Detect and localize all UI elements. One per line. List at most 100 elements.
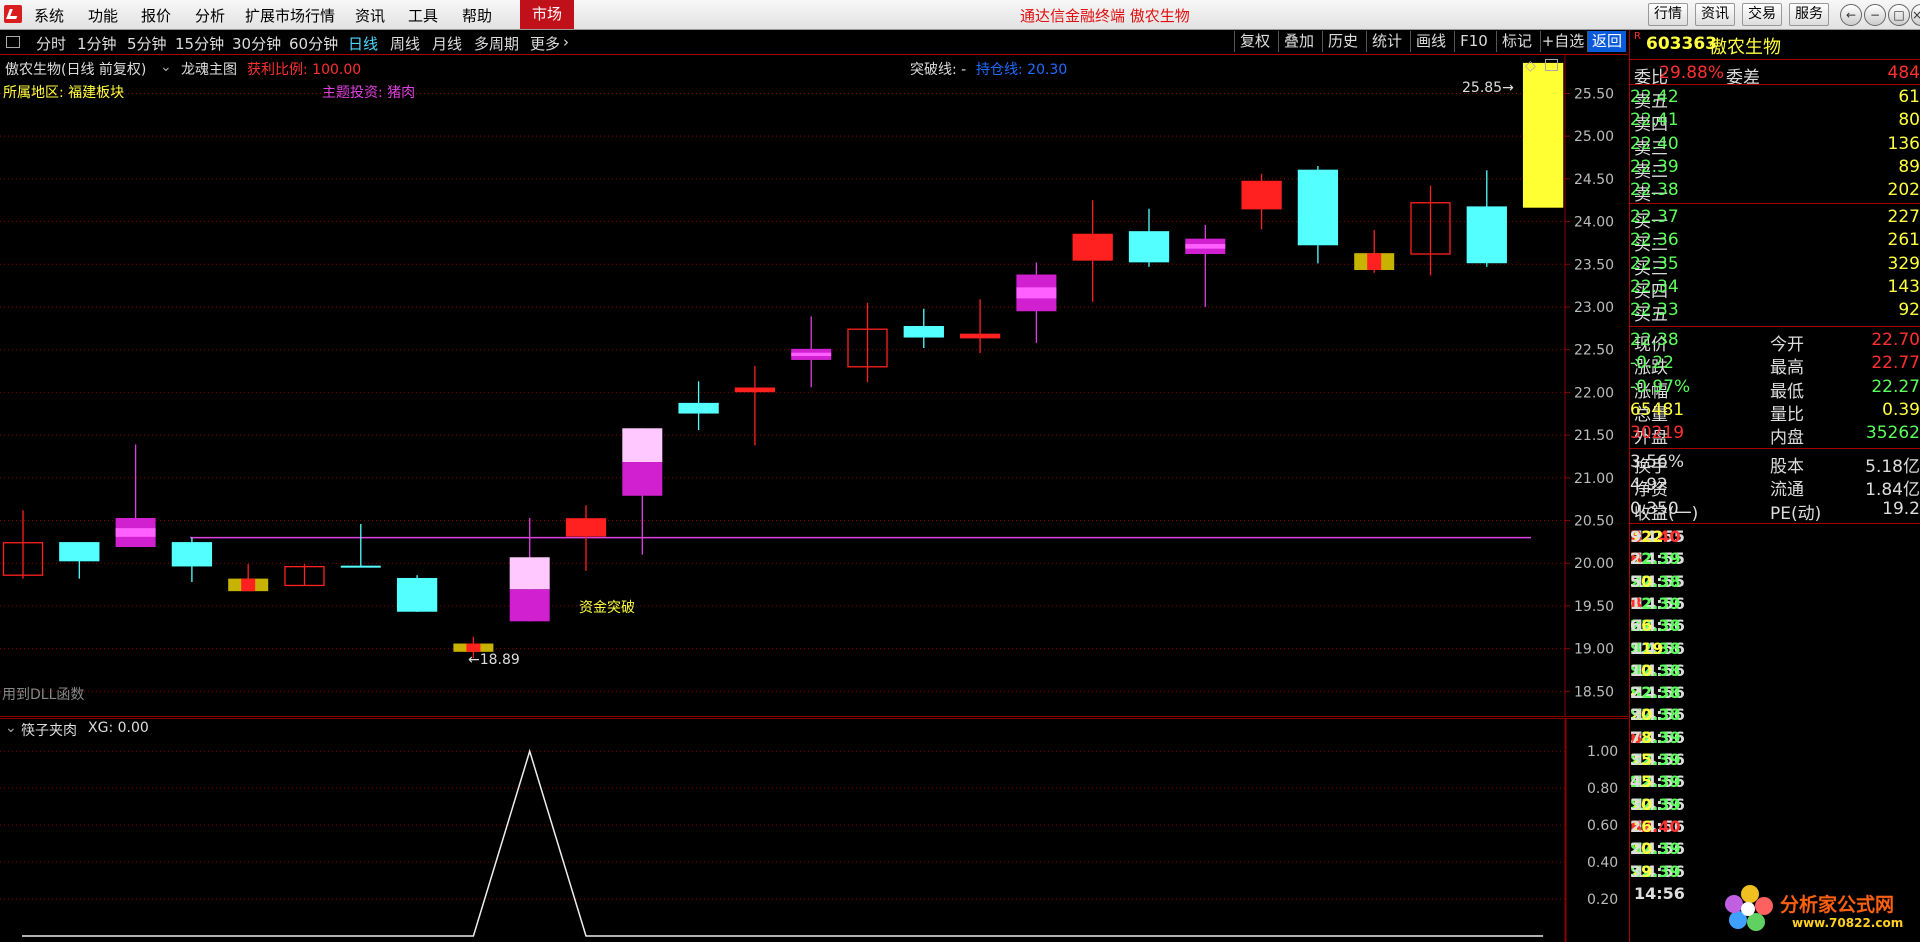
period-intraday[interactable]: 分时: [36, 33, 66, 54]
minimize-icon[interactable]: −: [1864, 4, 1886, 26]
diamond-icon[interactable]: ◇: [1525, 58, 1536, 74]
period-daily[interactable]: 日线: [348, 33, 378, 54]
tick-side: S: [1630, 861, 1642, 881]
period-5min[interactable]: 5分钟: [127, 33, 167, 54]
low-price-marker: ←18.89: [468, 652, 520, 668]
menu-help[interactable]: 帮助: [462, 5, 492, 26]
period-15min[interactable]: 15分钟: [175, 33, 224, 54]
fund-value-2: 19.2: [1882, 498, 1920, 519]
stat-label-2: 今开: [1770, 335, 1804, 355]
trade-tick-row: 14:56 22.40 16 B 2: [1630, 816, 1920, 838]
indicator-subchart[interactable]: 1.00 0.80 0.60 0.40 0.20 ⌄ 筷子夹肉 XG: 0.00: [0, 718, 1628, 942]
menu-extended-market[interactable]: 扩展市场行情: [245, 5, 335, 26]
menu-quote[interactable]: 报价: [141, 5, 171, 26]
menu-tools[interactable]: 工具: [408, 5, 438, 26]
close-icon[interactable]: ×: [1911, 4, 1920, 26]
fund-label-2: PE(动): [1770, 503, 1822, 524]
candle-body: [171, 542, 213, 567]
breakout-line-label: 突破线: -: [910, 62, 967, 78]
buy-level-volume: 92: [1898, 300, 1920, 321]
period-multi[interactable]: 多周期: [474, 33, 519, 54]
order-ratio-row: 委比 29.88% 委差 484: [1630, 62, 1920, 88]
back-icon[interactable]: ←: [1840, 4, 1862, 26]
price-axis-label: 25.00: [1574, 129, 1614, 145]
chevron-down-icon[interactable]: ⌄: [5, 720, 17, 736]
price-stat-row: 外盘 30219 内盘 35262: [1630, 422, 1920, 448]
indicator-svg[interactable]: 1.00 0.80 0.60 0.40 0.20: [0, 718, 1628, 942]
mark-button[interactable]: 标记: [1496, 31, 1537, 52]
draw-line-button[interactable]: 画线: [1410, 31, 1451, 52]
price-axis-label: 25.50: [1574, 86, 1614, 102]
buy-level-row: 买三 22.35 329: [1630, 253, 1920, 279]
sell-level-price: 22.40: [1630, 133, 1679, 154]
trade-tick-row: 14:55 22.39 3 B 2: [1630, 548, 1920, 570]
quote-button[interactable]: 行情: [1648, 3, 1688, 26]
menu-news[interactable]: 资讯: [355, 5, 385, 26]
fund-label-2: 流通: [1770, 480, 1804, 501]
add-watchlist-button[interactable]: +自选: [1540, 31, 1585, 52]
buy-level-volume: 227: [1887, 207, 1920, 227]
trade-tick-row: 14:56 22.38 8 S 2: [1630, 682, 1920, 704]
chevron-down-icon[interactable]: ⌄: [160, 59, 172, 75]
tick-side: B: [1630, 727, 1643, 747]
indicator-name[interactable]: 筷子夹肉: [21, 720, 77, 740]
service-button[interactable]: 服务: [1789, 3, 1829, 26]
tick-count: 2: [1630, 549, 1642, 569]
price-axis-label: 20.00: [1574, 556, 1614, 572]
return-button[interactable]: 返回: [1587, 31, 1626, 52]
maximize-icon[interactable]: □: [1888, 4, 1910, 26]
period-1min[interactable]: 1分钟: [77, 33, 117, 54]
trade-tick-row: 14:56 22.39 45 S 4: [1630, 771, 1920, 793]
main-formula-name[interactable]: 龙魂主图: [181, 59, 237, 79]
trade-tick-row: 14:56 22.38 66 S 6: [1630, 615, 1920, 637]
ratio-value: 29.88%: [1659, 63, 1724, 83]
period-more[interactable]: 更多: [530, 33, 560, 54]
tick-side: S: [1630, 772, 1642, 792]
candlestick-svg[interactable]: 25.50 25.00 24.50 24.00 23.50 23.00 22.50 22.00…: [0, 55, 1628, 717]
candle-body: [903, 325, 944, 338]
trade-tick-row: 14:56 22.39 6 B 1: [1630, 593, 1920, 615]
history-button[interactable]: 历史: [1322, 31, 1363, 52]
candle-body-highlight: [115, 528, 156, 537]
sell-level-volume: 136: [1887, 133, 1920, 154]
candle-body: [1522, 62, 1564, 208]
tick-side: S: [1630, 660, 1642, 680]
buy-level-price: 22.36: [1630, 230, 1679, 251]
indicator-axis-label: 0.40: [1587, 855, 1618, 871]
price-axis-label: 20.50: [1574, 514, 1614, 530]
watermark-title: 分析家公式网: [1780, 894, 1895, 916]
indicator-value: XG: 0.00: [88, 720, 149, 736]
tick-side: S: [1630, 794, 1642, 814]
menu-analysis[interactable]: 分析: [195, 5, 225, 26]
tick-side: B: [1630, 593, 1643, 613]
trade-button[interactable]: 交易: [1742, 3, 1782, 26]
market-tab[interactable]: 市场: [520, 0, 574, 29]
adjust-button[interactable]: 复权: [1234, 31, 1275, 52]
chevron-right-icon[interactable]: ›: [563, 33, 569, 51]
menu-function[interactable]: 功能: [88, 5, 118, 26]
stat-label-2: 量比: [1770, 404, 1804, 425]
period-30min[interactable]: 30分钟: [232, 33, 281, 54]
watermark-logo: 分析家公式网 www.70822.com: [1722, 880, 1920, 942]
f10-button[interactable]: F10: [1454, 31, 1493, 52]
overlay-button[interactable]: 叠加: [1278, 31, 1319, 52]
price-axis-label: 24.50: [1574, 172, 1614, 188]
statistics-button[interactable]: 统计: [1366, 31, 1407, 52]
quote-header: R 603363 傲农生物: [1630, 30, 1920, 60]
period-monthly[interactable]: 月线: [432, 33, 462, 54]
menu-system[interactable]: 系统: [34, 5, 64, 26]
news-button[interactable]: 资讯: [1695, 3, 1735, 26]
indicator-axis-label: 0.80: [1587, 781, 1618, 797]
panel-icon[interactable]: [1545, 59, 1558, 71]
candle-body: [1297, 169, 1339, 246]
buy-level-volume: 261: [1887, 230, 1920, 251]
price-axis-label: 21.50: [1574, 428, 1614, 444]
main-candlestick-chart[interactable]: 25.50 25.00 24.50 24.00 23.50 23.00 22.50 22.00…: [0, 55, 1628, 717]
stat-value: 30219: [1630, 423, 1685, 444]
period-60min[interactable]: 60分钟: [289, 33, 338, 54]
panel-toggle-icon[interactable]: [6, 36, 20, 48]
tick-count: 2: [1630, 839, 1642, 859]
fundamental-row: 净资 4.92 流通 1.84亿: [1630, 474, 1920, 500]
fund-value: 3.56%: [1630, 452, 1685, 472]
period-weekly[interactable]: 周线: [390, 33, 420, 54]
